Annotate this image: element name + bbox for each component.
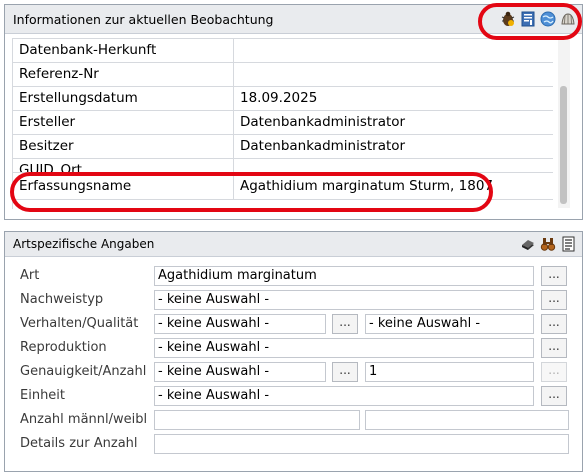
table-row[interactable]: GUID_Ort (13, 159, 553, 173)
row-label: Datenbank-Herkunft (13, 39, 234, 62)
row-value (234, 159, 553, 172)
nachweistyp-label: Nachweistyp (20, 292, 104, 307)
einheit-select-button[interactable]: ... (541, 386, 567, 406)
annotation-highlight-erfassungsname (10, 172, 493, 212)
row-label: Ersteller (13, 111, 234, 134)
genauigkeit-label: Genauigkeit/Anzahl (20, 364, 147, 379)
table-row[interactable]: Erstellungsdatum 18.09.2025 (13, 87, 553, 111)
reproduktion-label: Reproduktion (20, 340, 107, 355)
qualitaet-select-button[interactable]: ... (541, 314, 567, 334)
nachweistyp-field[interactable]: - keine Auswahl - (154, 290, 534, 310)
species-panel-header: Artspezifische Angaben (5, 232, 582, 257)
row-label: GUID_Ort (13, 159, 234, 172)
list-icon[interactable] (560, 236, 576, 252)
species-panel-title: Artspezifische Angaben (13, 237, 155, 251)
table-row[interactable]: Besitzer Datenbankadministrator (13, 135, 553, 159)
qualitaet-field[interactable]: - keine Auswahl - (365, 314, 534, 334)
row-value: 18.09.2025 (240, 90, 318, 106)
einheit-field[interactable]: - keine Auswahl - (154, 386, 534, 406)
book-icon[interactable] (520, 236, 536, 252)
row-value (234, 39, 553, 62)
table-row[interactable]: Referenz-Nr (13, 63, 553, 87)
details-field[interactable] (154, 434, 569, 454)
details-label: Details zur Anzahl (20, 436, 138, 451)
art-select-button[interactable]: ... (541, 266, 567, 286)
row-value: Datenbankadministrator (240, 114, 406, 130)
reproduktion-field[interactable]: - keine Auswahl - (154, 338, 534, 358)
verhalten-select-button[interactable]: ... (332, 314, 358, 334)
einheit-label: Einheit (20, 388, 66, 403)
species-panel-toolbar (520, 236, 576, 252)
reproduktion-select-button[interactable]: ... (541, 338, 567, 358)
scrollbar-thumb[interactable] (560, 86, 567, 204)
vertical-scrollbar[interactable] (558, 38, 570, 208)
row-label: Referenz-Nr (13, 63, 234, 86)
anzahl-mw-label: Anzahl männl/weibl (20, 412, 148, 427)
row-label: Erstellungsdatum (13, 87, 234, 110)
binoculars-icon[interactable] (540, 236, 556, 252)
genauigkeit-field[interactable]: - keine Auswahl - (154, 362, 326, 382)
art-label: Art (20, 268, 40, 283)
anzahl-weiblich-field[interactable] (365, 410, 569, 430)
anzahl-select-button: ... (541, 362, 567, 382)
row-value: Datenbankadministrator (240, 138, 406, 154)
anzahl-maennlich-field[interactable] (154, 410, 360, 430)
anzahl-field[interactable]: 1 (365, 362, 534, 382)
table-row[interactable]: Ersteller Datenbankadministrator (13, 111, 553, 135)
verhalten-label: Verhalten/Qualität (20, 316, 139, 331)
annotation-highlight-icons (478, 3, 582, 40)
genauigkeit-select-button[interactable]: ... (332, 362, 358, 382)
table-row[interactable]: Datenbank-Herkunft (13, 39, 553, 63)
art-field[interactable]: Agathidium marginatum (154, 266, 534, 286)
row-label: Besitzer (13, 135, 234, 158)
row-value (234, 63, 553, 86)
observation-panel-title: Informationen zur aktuellen Beobachtung (13, 11, 274, 27)
nachweistyp-select-button[interactable]: ... (541, 290, 567, 310)
verhalten-field[interactable]: - keine Auswahl - (154, 314, 326, 334)
